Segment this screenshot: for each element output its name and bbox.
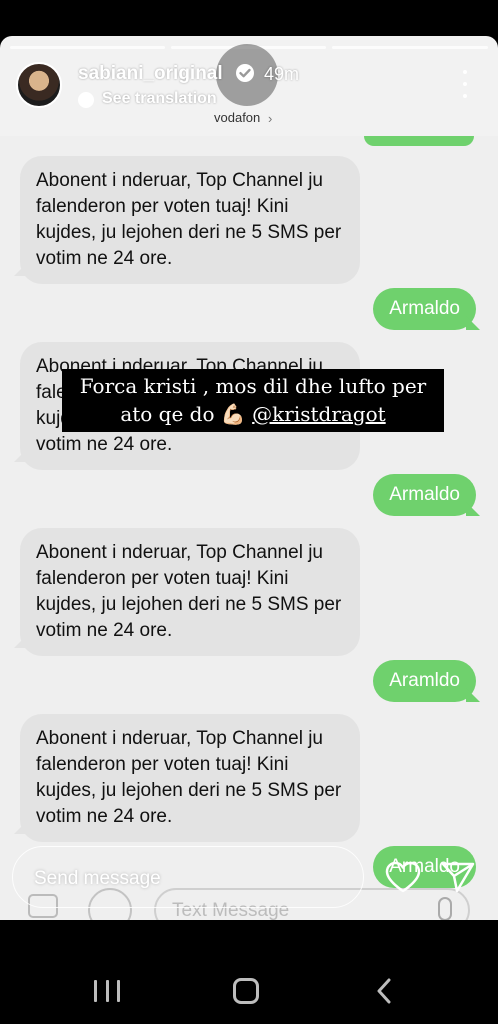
chevron-right-icon: › [268, 111, 273, 126]
nav-home-icon[interactable] [233, 978, 259, 1004]
sms-bubble-incoming: Abonent i nderuar, Top Channel ju falend… [20, 156, 360, 284]
story-caption: Forca kristi , mos dil dhe lufto per ato… [62, 369, 444, 432]
send-icon[interactable] [440, 860, 476, 894]
translate-icon [78, 92, 94, 108]
more-icon[interactable] [454, 70, 476, 98]
sms-bubble-incoming: Abonent i nderuar, Top Channel ju falend… [20, 714, 360, 842]
story-timestamp: 49m [264, 64, 300, 84]
sms-bubble-outgoing: Armaldo [373, 474, 476, 516]
username-link[interactable]: sabiani_original [78, 63, 223, 85]
sms-carrier-label: vodafon [214, 110, 261, 125]
send-message-placeholder: Send message [34, 868, 161, 889]
mention-link[interactable]: @kristdragot [252, 402, 386, 426]
story-progress-bar [332, 46, 488, 49]
story-progress-bar [10, 46, 165, 49]
screen: vodafon › Abonent i nderuar, Top Channel… [0, 0, 498, 1024]
sms-bubble-outgoing: Armaldo [373, 288, 476, 330]
verified-icon [236, 64, 254, 82]
nav-back-icon[interactable] [374, 978, 396, 1004]
mic-icon [438, 897, 452, 920]
see-translation-button[interactable]: See translation [102, 90, 217, 108]
sms-bubble-outgoing-partial [364, 136, 474, 146]
heart-icon[interactable] [384, 860, 422, 894]
nav-recents-icon[interactable] [94, 980, 120, 1002]
sms-bubble-incoming: Abonent i nderuar, Top Channel ju falend… [20, 528, 360, 656]
avatar[interactable] [16, 62, 62, 108]
sms-bubble-outgoing: Aramldo [373, 660, 476, 702]
story-viewer[interactable]: vodafon › Abonent i nderuar, Top Channel… [0, 36, 498, 920]
